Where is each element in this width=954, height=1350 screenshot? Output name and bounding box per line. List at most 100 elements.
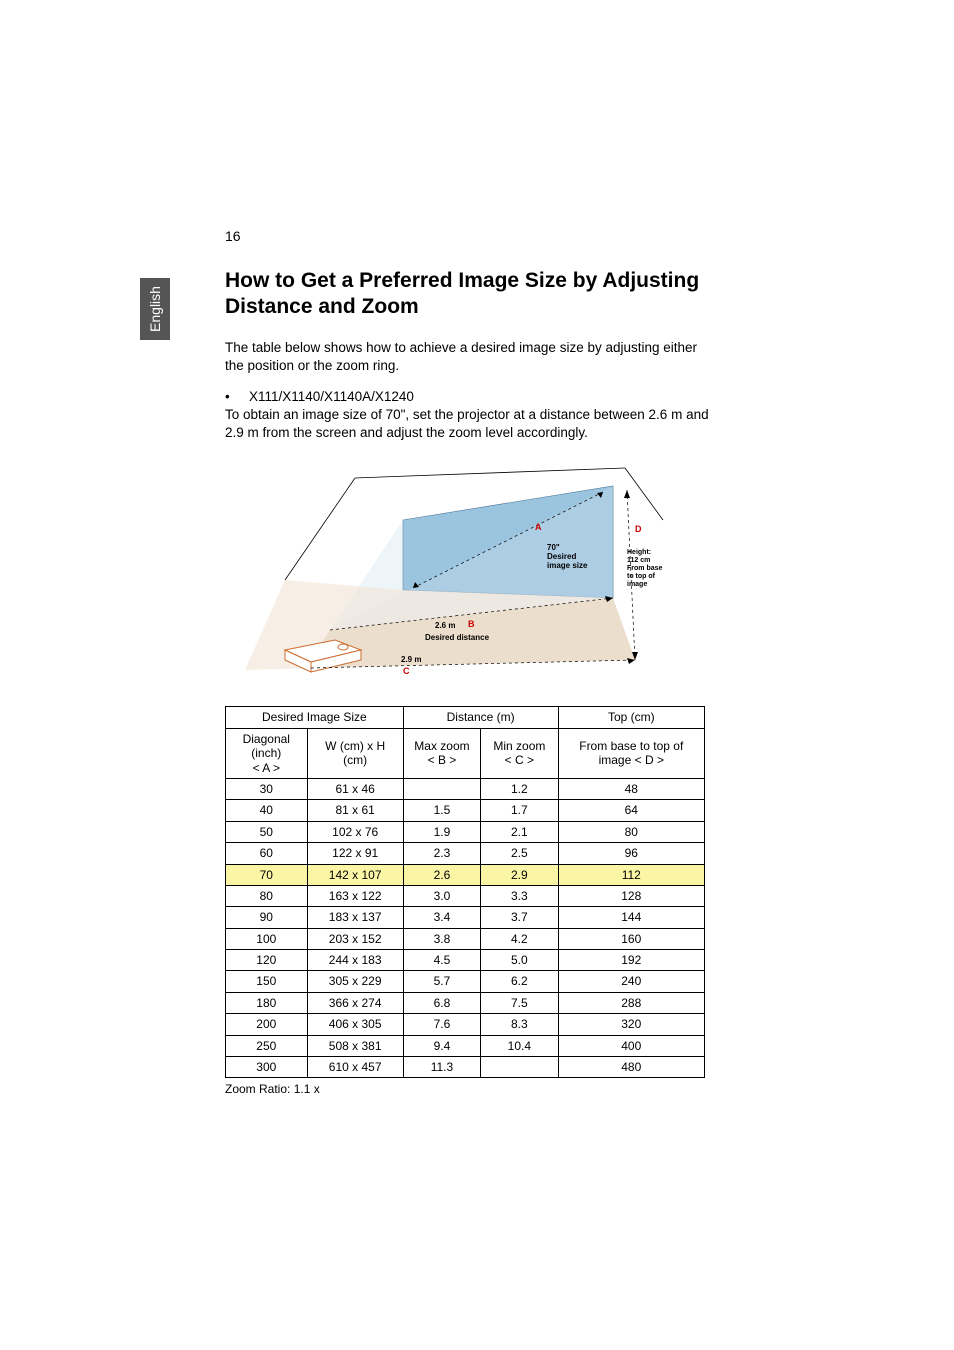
page-number: 16 <box>225 228 241 244</box>
table-cell: 50 <box>226 821 308 842</box>
table-cell: 610 x 457 <box>307 1057 403 1078</box>
diagram-size-3: image size <box>547 561 588 570</box>
diagram-label-a: A <box>535 522 542 532</box>
th-top: Top (cm) <box>558 707 704 728</box>
diagram-size-1: 70" <box>547 543 560 552</box>
table-cell: 7.5 <box>481 992 558 1013</box>
table-cell: 5.0 <box>481 950 558 971</box>
table-cell: 508 x 381 <box>307 1035 403 1056</box>
table-row: 250508 x 3819.410.4400 <box>226 1035 705 1056</box>
table-cell: 250 <box>226 1035 308 1056</box>
th-distance: Distance (m) <box>403 707 558 728</box>
table-row: 100203 x 1523.84.2160 <box>226 928 705 949</box>
table-cell: 300 <box>226 1057 308 1078</box>
table-cell: 112 <box>558 864 704 885</box>
table-cell <box>403 778 480 799</box>
zoom-ratio-footnote: Zoom Ratio: 1.1 x <box>225 1082 715 1096</box>
models-bullet: •X111/X1140/X1140A/X1240 <box>225 389 715 404</box>
table-cell: 48 <box>558 778 704 799</box>
table-cell <box>481 1057 558 1078</box>
example-paragraph: To obtain an image size of 70", set the … <box>225 406 715 442</box>
table-row: 300610 x 45711.3480 <box>226 1057 705 1078</box>
table-cell: 160 <box>558 928 704 949</box>
diagram-h3: From base <box>627 565 663 572</box>
table-row: 50102 x 761.92.180 <box>226 821 705 842</box>
diagram-h1: Height: <box>627 549 651 556</box>
table-cell: 3.7 <box>481 907 558 928</box>
table-cell: 90 <box>226 907 308 928</box>
page-heading: How to Get a Preferred Image Size by Adj… <box>225 268 715 321</box>
diagram-dist-c: 2.9 m <box>401 655 421 664</box>
table-cell: 2.9 <box>481 864 558 885</box>
diagram-size-2: Desired <box>547 552 576 561</box>
diagram-dist-b: 2.6 m <box>435 621 455 630</box>
table-cell: 305 x 229 <box>307 971 403 992</box>
table-cell: 9.4 <box>403 1035 480 1056</box>
table-cell: 30 <box>226 778 308 799</box>
table-cell: 80 <box>558 821 704 842</box>
table-cell: 142 x 107 <box>307 864 403 885</box>
table-row: 120244 x 1834.55.0192 <box>226 950 705 971</box>
table-cell: 183 x 137 <box>307 907 403 928</box>
intro-paragraph: The table below shows how to achieve a d… <box>225 339 715 375</box>
table-cell: 8.3 <box>481 1014 558 1035</box>
diagram-label-d: D <box>635 524 642 534</box>
table-cell: 128 <box>558 885 704 906</box>
table-cell: 150 <box>226 971 308 992</box>
th-diagonal: Diagonal (inch)< A > <box>226 728 308 778</box>
table-cell: 3.3 <box>481 885 558 906</box>
diagram-h5: image <box>627 581 647 588</box>
table-cell: 2.3 <box>403 843 480 864</box>
diagram-label-c: C <box>403 666 410 676</box>
table-cell: 61 x 46 <box>307 778 403 799</box>
th-maxzoom: Max zoom< B > <box>403 728 480 778</box>
table-cell: 163 x 122 <box>307 885 403 906</box>
table-cell: 1.2 <box>481 778 558 799</box>
table-cell: 6.8 <box>403 992 480 1013</box>
page: 16 English How to Get a Preferred Image … <box>0 0 954 1350</box>
table-row: 70142 x 1072.62.9112 <box>226 864 705 885</box>
table-cell: 7.6 <box>403 1014 480 1035</box>
table-cell: 3.8 <box>403 928 480 949</box>
table-cell: 96 <box>558 843 704 864</box>
th-wh: W (cm) x H (cm) <box>307 728 403 778</box>
table-cell: 1.7 <box>481 800 558 821</box>
diagram-label-b: B <box>468 619 475 629</box>
table-cell: 120 <box>226 950 308 971</box>
table-cell: 3.0 <box>403 885 480 906</box>
table-row: 80163 x 1223.03.3128 <box>226 885 705 906</box>
table-cell: 3.4 <box>403 907 480 928</box>
table-cell: 400 <box>558 1035 704 1056</box>
table-cell: 406 x 305 <box>307 1014 403 1035</box>
table-cell: 4.2 <box>481 928 558 949</box>
table-cell: 102 x 76 <box>307 821 403 842</box>
th-desired-size: Desired Image Size <box>226 707 404 728</box>
models-text: X111/X1140/X1140A/X1240 <box>249 389 414 404</box>
table-cell: 81 x 61 <box>307 800 403 821</box>
table-row: 180366 x 2746.87.5288 <box>226 992 705 1013</box>
table-cell: 2.6 <box>403 864 480 885</box>
table-cell: 40 <box>226 800 308 821</box>
content-area: How to Get a Preferred Image Size by Adj… <box>225 268 715 1096</box>
table-cell: 6.2 <box>481 971 558 992</box>
table-cell: 366 x 274 <box>307 992 403 1013</box>
table-cell: 200 <box>226 1014 308 1035</box>
table-cell: 70 <box>226 864 308 885</box>
table-cell: 180 <box>226 992 308 1013</box>
table-cell: 1.9 <box>403 821 480 842</box>
table-cell: 144 <box>558 907 704 928</box>
table-cell: 1.5 <box>403 800 480 821</box>
table-row: 60122 x 912.32.596 <box>226 843 705 864</box>
table-cell: 244 x 183 <box>307 950 403 971</box>
language-tab: English <box>140 278 170 340</box>
table-row: 90183 x 1373.43.7144 <box>226 907 705 928</box>
table-row: 4081 x 611.51.764 <box>226 800 705 821</box>
table-cell: 122 x 91 <box>307 843 403 864</box>
table-cell: 2.5 <box>481 843 558 864</box>
table-cell: 5.7 <box>403 971 480 992</box>
table-cell: 4.5 <box>403 950 480 971</box>
table-row: 200406 x 3057.68.3320 <box>226 1014 705 1035</box>
th-minzoom: Min zoom< C > <box>481 728 558 778</box>
projection-diagram: A B C D 70" Desired image size Height: 1… <box>225 460 685 680</box>
table-cell: 100 <box>226 928 308 949</box>
